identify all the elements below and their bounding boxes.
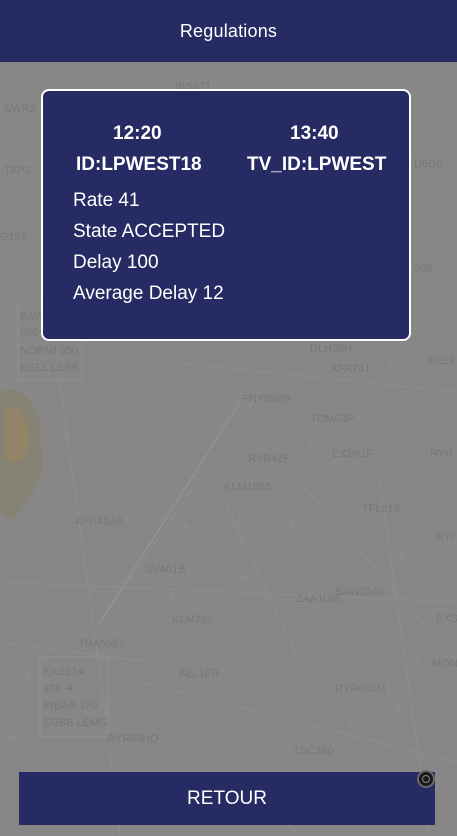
delay-text: Delay 100 <box>73 252 159 273</box>
traffic-volume-id: TV_ID:LPWEST <box>247 154 387 175</box>
start-time: 12:20 <box>113 123 162 144</box>
state-text: State ACCEPTED <box>73 221 226 242</box>
average-delay-text: Average Delay 12 <box>73 283 224 304</box>
end-time: 13:40 <box>290 123 339 144</box>
rate-text: Rate 41 <box>73 190 140 211</box>
regulation-id: ID:LPWEST18 <box>76 154 202 175</box>
regulation-card: 12:20 13:40 ID:LPWEST18 TV_ID:LPWEST Rat… <box>41 89 411 341</box>
app-header: Regulations <box>0 0 457 62</box>
page-title: Regulations <box>179 20 278 41</box>
touch-indicator-icon <box>417 770 435 788</box>
retour-button[interactable]: RETOUR <box>19 772 435 825</box>
